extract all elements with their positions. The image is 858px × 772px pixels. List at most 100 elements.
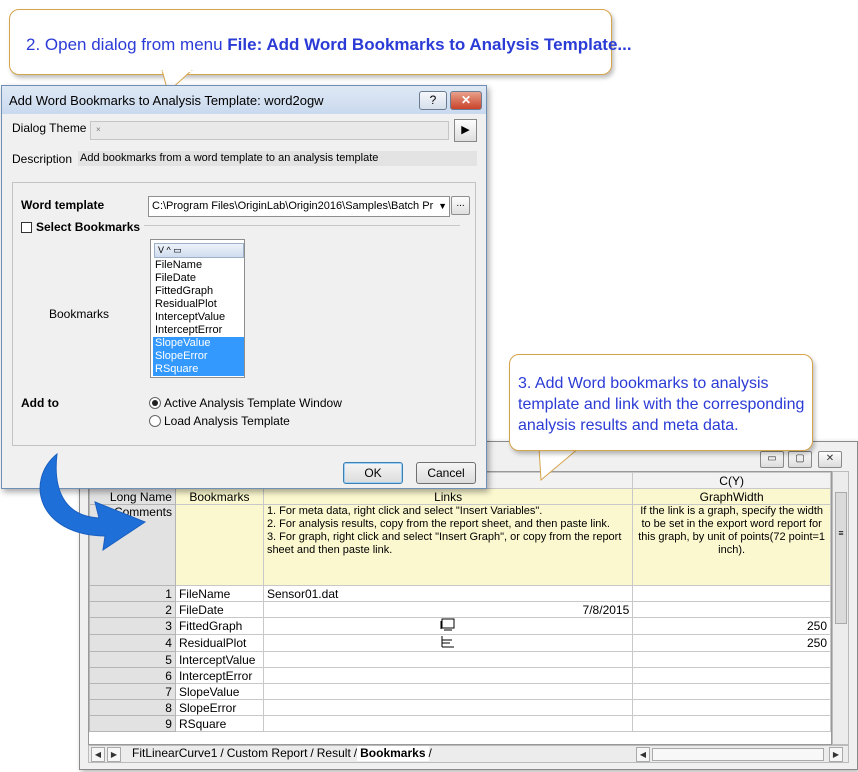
cell-link-graph[interactable] [262,617,634,635]
select-bookmarks-checkbox[interactable] [21,222,32,233]
list-item[interactable]: SlopeValue [153,337,244,350]
description-label: Description [12,152,73,166]
cell-graphwidth[interactable]: 250 [632,617,831,635]
cell-graphwidth[interactable] [632,585,831,602]
cell-bookmark[interactable]: InterceptValue [174,651,264,668]
cell-graphwidth[interactable] [632,699,831,716]
hscroll-right-icon[interactable]: ▶ [829,747,843,762]
cell-bookmark[interactable]: FileDate [174,601,264,618]
row-number[interactable]: 9 [89,715,176,732]
tab-fitlinearcurve1[interactable]: FitLinearCurve1 [129,746,220,761]
close-sheet-button[interactable]: ✕ [818,451,842,468]
row-number[interactable]: 7 [89,683,176,700]
row-number[interactable]: 3 [89,617,176,635]
cell-bookmark[interactable]: FileName [174,585,264,602]
cell-link[interactable] [262,651,634,668]
cell-bookmark[interactable]: ResidualPlot [174,634,264,652]
comments-links[interactable]: 1. For meta data, right click and select… [262,504,634,586]
table-row: 2 FileDate 7/8/2015 [89,601,831,618]
column-header-c[interactable]: C(Y) [632,472,831,489]
row-number[interactable]: 2 [89,601,176,618]
chevron-down-icon[interactable]: ▼ [438,197,447,216]
cell-link[interactable] [262,683,634,700]
cell-link-graph[interactable] [262,634,634,652]
browse-button[interactable]: ... [451,196,470,215]
long-name-row: Long Name Bookmarks Links GraphWidth [89,488,831,505]
vertical-scrollbar[interactable]: ≡ [832,471,849,745]
list-item[interactable]: InterceptError [153,324,244,337]
dialog-theme-field[interactable]: × [90,121,449,140]
cell-graphwidth[interactable] [632,601,831,618]
worksheet-grid[interactable]: C(Y) Long Name Bookmarks Links GraphWidt… [88,471,832,745]
cell-link[interactable]: Sensor01.dat [262,585,634,602]
word-template-combo[interactable]: C:\Program Files\OriginLab\Origin2016\Sa… [148,196,450,217]
long-name-links[interactable]: Links [262,488,634,505]
vertical-scroll-thumb[interactable]: ≡ [835,492,847,624]
cell-link[interactable]: 7/8/2015 [262,601,634,618]
sheet-tab-bar: ◀ ▶ FitLinearCurve1/Custom Report / Result… [88,745,849,763]
hscroll-left-icon[interactable]: ◀ [636,747,650,762]
tab-scroll-right-icon[interactable]: ▶ [107,747,121,762]
callout-step-3: 3. Add Word bookmarks to analysis templa… [509,354,813,451]
list-toolbar[interactable]: V ^ ▭ [154,243,244,258]
cell-graphwidth[interactable] [632,667,831,684]
row-number[interactable]: 1 [89,585,176,602]
callout-step-2-menu-path: File: Add Word Bookmarks to Analysis Tem… [227,35,632,54]
cell-link[interactable] [262,699,634,716]
table-row: 8 SlopeError [89,699,831,716]
minimize-button[interactable]: ▭ [760,451,784,468]
comments-graphwidth[interactable]: If the link is a graph, specify the widt… [632,504,831,586]
horizontal-scroll-thumb[interactable] [652,748,824,761]
residual-plot-thumbnail-icon [441,636,455,648]
tab-custom-report[interactable]: Custom Report [224,746,311,761]
long-name-bookmarks[interactable]: Bookmarks [174,488,264,505]
list-item[interactable]: SlopeError [153,350,244,363]
list-item[interactable]: InterceptValue [153,311,244,324]
cell-bookmark[interactable]: RSquare [174,715,264,732]
radio-load-analysis-template[interactable] [149,415,161,427]
bookmarks-label: Bookmarks [49,307,110,321]
ok-button[interactable]: OK [343,462,403,484]
cell-graphwidth[interactable] [632,715,831,732]
list-item[interactable]: ResidualPlot [153,298,244,311]
row-number[interactable]: 8 [89,699,176,716]
cell-link[interactable] [262,667,634,684]
cell-graphwidth[interactable] [632,683,831,700]
long-name-graphwidth[interactable]: GraphWidth [632,488,831,505]
bookmarks-listbox[interactable]: V ^ ▭ FileName FileDate FittedGraph Resi… [150,239,245,378]
curved-arrow-icon [39,452,147,552]
list-item[interactable]: RSquare [153,363,244,376]
select-bookmarks-label: Select Bookmarks [36,220,141,234]
theme-menu-button[interactable]: ▶ [454,119,477,142]
list-item[interactable]: FittedGraph [153,285,244,298]
table-row: 3 FittedGraph 250 [89,617,831,635]
radio-active-template-window[interactable] [149,397,161,409]
help-button[interactable]: ? [419,91,447,110]
comments-bookmarks[interactable] [174,504,264,586]
cell-bookmark[interactable]: SlopeValue [174,683,264,700]
tab-bookmarks[interactable]: Bookmarks [357,746,429,761]
radio-active-template-window-label[interactable]: Active Analysis Template Window [164,396,342,410]
tab-result[interactable]: Result [314,746,354,761]
table-row: 4 ResidualPlot 250 [89,634,831,652]
row-number[interactable]: 6 [89,667,176,684]
cell-link[interactable] [262,715,634,732]
cell-bookmark[interactable]: InterceptError [174,667,264,684]
table-row: 5 InterceptValue [89,651,831,668]
close-button[interactable]: ✕ [450,91,482,110]
row-number[interactable]: 5 [89,651,176,668]
dialog-title-bar[interactable]: Add Word Bookmarks to Analysis Template:… [2,86,486,114]
callout-step-3-pointer [538,447,581,482]
radio-load-analysis-template-label[interactable]: Load Analysis Template [164,414,290,428]
maximize-button[interactable]: ▢ [788,451,812,468]
description-value: Add bookmarks from a word template to an… [78,151,477,166]
list-item[interactable]: FileName [153,259,244,272]
cell-bookmark[interactable]: SlopeError [174,699,264,716]
cell-graphwidth[interactable]: 250 [632,634,831,652]
tab-scroll-left-icon[interactable]: ◀ [91,747,105,762]
cell-bookmark[interactable]: FittedGraph [174,617,264,635]
row-number[interactable]: 4 [89,634,176,652]
cancel-button[interactable]: Cancel [416,462,476,484]
cell-graphwidth[interactable] [632,651,831,668]
list-item[interactable]: FileDate [153,272,244,285]
